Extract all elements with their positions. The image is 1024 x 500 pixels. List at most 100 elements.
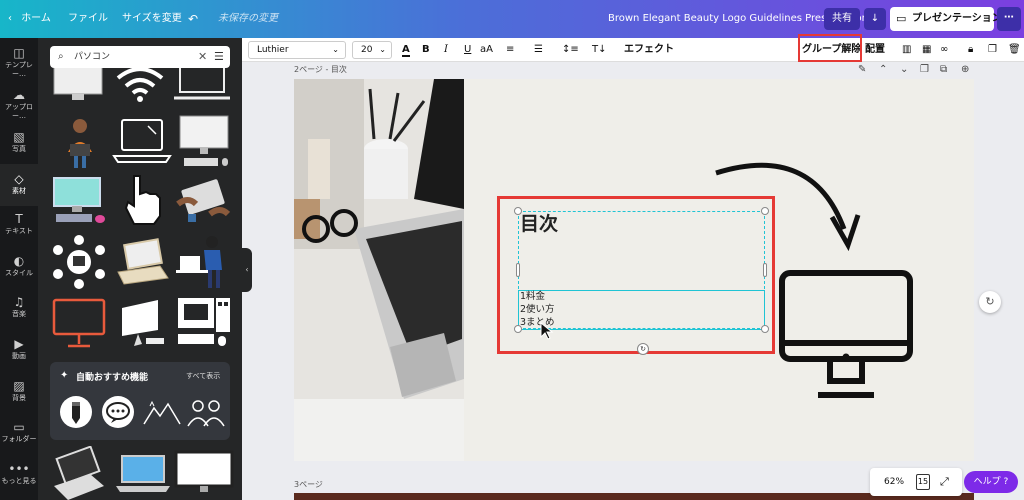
case-button[interactable]: aA <box>480 38 493 62</box>
network-hub-graphic[interactable] <box>50 234 108 290</box>
slide-canvas[interactable]: 目次 1料金 2使い方 3まとめ ↻ <box>294 79 974 461</box>
link-button[interactable]: ∞ <box>940 38 948 62</box>
text-frame-selection[interactable] <box>518 290 765 330</box>
pc-set-graphic[interactable] <box>174 294 234 352</box>
panel-collapse-handle[interactable]: ‹ <box>242 248 252 292</box>
page-down-button[interactable]: ⌄ <box>900 64 908 75</box>
duplicate-icon: ❐ <box>920 64 929 75</box>
side-handle[interactable] <box>763 263 767 277</box>
delete-button[interactable]: 🗑︎ <box>1008 38 1021 62</box>
mountains-suggestion[interactable] <box>142 398 182 428</box>
file-menu[interactable]: ファイル <box>68 0 108 38</box>
desktop-keyboard-graphic[interactable] <box>174 114 234 170</box>
vertical-text-button[interactable]: T↓ <box>592 38 607 62</box>
see-all-link[interactable]: すべて表示 <box>186 371 220 381</box>
person-desk-graphic[interactable] <box>174 234 234 290</box>
paint-format-button[interactable]: ▥ <box>902 38 911 62</box>
download-button[interactable]: ↓ <box>864 8 886 30</box>
zoom-level[interactable]: 62% <box>884 468 904 496</box>
teal-monitor-graphic[interactable] <box>50 176 108 226</box>
position-button[interactable]: 配置 <box>865 38 885 62</box>
rail-templates[interactable]: ◫ テンプレー… <box>0 42 38 78</box>
font-size-selector[interactable]: 20 ⌄ <box>352 41 392 59</box>
monitor-graphic[interactable] <box>50 68 106 102</box>
people-suggestion[interactable] <box>186 396 226 428</box>
present-button[interactable]: ▭ プレゼンテーション <box>890 7 1002 31</box>
duplicate-button[interactable]: ❐ <box>988 38 997 62</box>
page-duplicate-button[interactable]: ❐ <box>920 64 929 75</box>
rail-folders[interactable]: ▭ フォルダー <box>0 416 38 450</box>
page-note-button[interactable]: ✎ <box>858 64 866 75</box>
hands-laptop-graphic[interactable] <box>174 174 232 226</box>
bullet-list-icon: ☰ <box>534 44 543 55</box>
rail-photos[interactable]: ▧ 写真 <box>0 126 38 160</box>
laptop-line-graphic[interactable] <box>112 114 172 170</box>
bold-button[interactable]: B <box>422 38 430 62</box>
refresh-icon: ↻ <box>985 295 995 308</box>
rail-elements[interactable]: ◇ 素材 <box>0 164 38 206</box>
pencil-icon <box>72 402 80 424</box>
page-label: 2ページ - 目次 <box>294 65 347 74</box>
clear-icon[interactable]: ✕ <box>198 46 207 68</box>
monitor-outline-red-graphic[interactable] <box>50 294 108 352</box>
resize-menu[interactable]: サイズを変更 <box>122 0 182 38</box>
pencil-suggestion[interactable] <box>60 396 92 428</box>
folder-icon: ▭ <box>13 420 25 434</box>
cursor-hand-graphic[interactable] <box>116 172 168 228</box>
page-add-button[interactable]: ⊕ <box>961 64 969 75</box>
text-color-button[interactable]: A <box>402 38 410 62</box>
page-copy-button[interactable]: ⧉ <box>940 64 947 75</box>
help-button[interactable]: ヘルプ ? <box>964 471 1018 493</box>
retro-laptop-graphic[interactable] <box>114 236 170 288</box>
transparency-button[interactable]: ▦ <box>922 38 931 62</box>
filter-icon[interactable]: ☰ <box>214 46 224 68</box>
chevron-up-icon: ⌃ <box>879 64 888 75</box>
more-button[interactable]: ⋯ <box>997 7 1021 31</box>
rail-video[interactable]: ▶ 動画 <box>0 333 38 367</box>
share-button[interactable]: 共有 <box>824 8 860 30</box>
resize-handle[interactable] <box>761 325 769 333</box>
side-handle[interactable] <box>516 263 520 277</box>
person-laptop-graphic[interactable] <box>52 114 108 170</box>
unsaved-status: 未保存の変更 <box>218 13 278 24</box>
fullscreen-icon[interactable]: ⤢ <box>940 468 949 496</box>
laptop-outline-graphic[interactable] <box>172 68 232 102</box>
dark-laptop-graphic[interactable] <box>50 446 108 500</box>
paint-roller-icon: ▥ <box>902 44 912 55</box>
page-count-badge[interactable]: 15 <box>916 474 930 490</box>
refresh-button[interactable]: ↻ <box>979 291 1001 313</box>
align-button[interactable]: ≡ <box>506 38 514 62</box>
rail-more[interactable]: ••• もっと見る <box>0 458 38 492</box>
wifi-graphic[interactable] <box>110 68 170 102</box>
search-input[interactable]: パソコン <box>74 46 110 68</box>
duplicate-icon: ❐ <box>988 44 997 55</box>
font-selector[interactable]: Luthier ⌄ <box>248 41 346 59</box>
rail-background[interactable]: ▨ 背景 <box>0 375 38 409</box>
chat-suggestion[interactable] <box>102 396 134 428</box>
home-button[interactable]: ‹ ホーム <box>8 0 51 38</box>
effects-button[interactable]: エフェクト <box>624 38 674 62</box>
rotate-handle[interactable]: ↻ <box>637 343 649 355</box>
page-up-button[interactable]: ⌃ <box>879 64 887 75</box>
rail-styles[interactable]: ◐ スタイル <box>0 250 38 284</box>
people-icon <box>187 400 225 427</box>
rail-text[interactable]: T テキスト <box>0 208 38 242</box>
spacing-button[interactable]: ↕≡ <box>562 38 579 62</box>
slide-heading[interactable]: 目次 <box>520 212 558 236</box>
italic-button[interactable]: I <box>444 38 448 62</box>
underline-button[interactable]: U <box>464 38 471 62</box>
list-button[interactable]: ☰ <box>534 38 543 62</box>
resize-handle[interactable] <box>761 207 769 215</box>
line-spacing-icon: ↕≡ <box>562 44 579 55</box>
undo-icon[interactable]: ↶ <box>188 0 198 38</box>
blue-laptop-graphic[interactable] <box>114 448 172 500</box>
auto-suggest-title: 自動おすすめ機能 <box>76 373 149 383</box>
search-field[interactable]: ⌕ パソコン ✕ ☰ <box>50 46 230 68</box>
font-name: Luthier <box>257 45 289 55</box>
white-screen-graphic[interactable] <box>174 448 234 500</box>
palette-icon: ◐ <box>13 254 25 268</box>
white-imac-graphic[interactable] <box>114 296 170 350</box>
lock-button[interactable]: 🔒︎ <box>968 38 973 62</box>
rail-music[interactable]: ♫ 音楽 <box>0 291 38 325</box>
rail-uploads[interactable]: ☁ アップロー… <box>0 84 38 120</box>
